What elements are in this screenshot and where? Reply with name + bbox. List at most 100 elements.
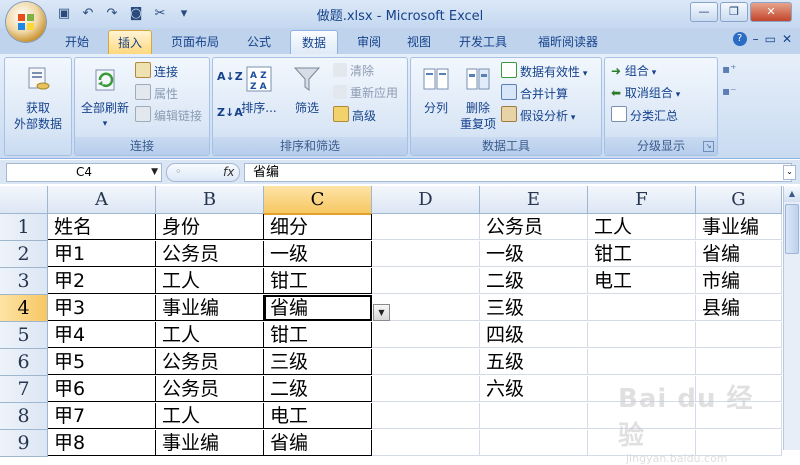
clear-button[interactable]: 清除	[333, 62, 374, 80]
cell-e1[interactable]: 公务员	[480, 214, 588, 240]
column-header-d[interactable]: D	[372, 186, 480, 214]
cell-f3[interactable]: 电工	[588, 268, 696, 294]
cell-b6[interactable]: 公务员	[156, 349, 264, 375]
cell-e6[interactable]: 五级	[480, 349, 588, 375]
tab-review[interactable]: 审阅	[350, 30, 388, 54]
cell-e8[interactable]	[480, 403, 588, 429]
cell-e9[interactable]	[480, 430, 588, 456]
restore-icon[interactable]: ❐	[720, 2, 748, 22]
cell-d1[interactable]	[372, 214, 480, 240]
show-detail-icon[interactable]: ▪⁺	[722, 62, 736, 76]
subtotal-button[interactable]: 分类汇总	[611, 106, 678, 124]
name-box-dropdown-icon[interactable]: ▼	[151, 164, 158, 181]
cell-g6[interactable]	[696, 349, 782, 375]
cell-f6[interactable]	[588, 349, 696, 375]
properties-button[interactable]: 属性	[135, 84, 178, 102]
tab-data[interactable]: 数据	[290, 30, 338, 54]
column-header-c[interactable]: C	[264, 186, 372, 215]
row-header-1[interactable]: 1	[0, 214, 48, 241]
ribbon-close-icon[interactable]: ✕	[782, 32, 792, 46]
refresh-dropdown-icon[interactable]: ▾	[77, 116, 133, 132]
ribbon-minimize-icon[interactable]: –	[753, 32, 759, 46]
insert-function-icon[interactable]: fx	[223, 164, 234, 181]
cell-d3[interactable]	[372, 268, 480, 294]
tab-page-layout[interactable]: 页面布局	[164, 30, 226, 54]
cell-e7[interactable]: 六级	[480, 376, 588, 402]
cell-g2[interactable]: 省编	[696, 241, 782, 267]
data-validation-button[interactable]: 数据有效性 ▾	[501, 62, 587, 80]
column-header-e[interactable]: E	[480, 186, 588, 214]
column-header-f[interactable]: F	[588, 186, 696, 214]
formula-input[interactable]: 省编	[244, 163, 792, 182]
scroll-up-icon[interactable]: ▲	[784, 186, 800, 202]
sort-button[interactable]: A Z Z A 排序...	[239, 64, 279, 116]
hide-detail-icon[interactable]: ▪⁻	[722, 84, 736, 98]
cell-a3[interactable]: 甲2	[48, 268, 156, 294]
cell-e3[interactable]: 二级	[480, 268, 588, 294]
cell-g3[interactable]: 市编	[696, 268, 782, 294]
refresh-all-button[interactable]: 全部刷新 ▾	[77, 64, 133, 132]
cell-a4[interactable]: 甲3	[48, 295, 156, 321]
text-to-columns-button[interactable]: 分列	[415, 64, 457, 116]
cell-a6[interactable]: 甲5	[48, 349, 156, 375]
cell-a8[interactable]: 甲7	[48, 403, 156, 429]
close-icon[interactable]: ✕	[750, 2, 792, 22]
cell-c4[interactable]: 省编	[264, 295, 372, 321]
cell-b1[interactable]: 身份	[156, 214, 264, 240]
cell-b9[interactable]: 事业编	[156, 430, 264, 456]
tab-foxit-reader[interactable]: 福昕阅读器	[530, 30, 606, 54]
row-header-8[interactable]: 8	[0, 403, 48, 430]
tab-home[interactable]: 开始	[58, 30, 96, 54]
vertical-scrollbar[interactable]: ▲	[783, 186, 800, 450]
tab-formulas[interactable]: 公式	[240, 30, 278, 54]
cell-b3[interactable]: 工人	[156, 268, 264, 294]
ungroup-button[interactable]: ⬅ 取消组合 ▾	[611, 84, 680, 102]
group-button[interactable]: ➜ 组合 ▾	[611, 62, 656, 80]
formula-bar-expand-icon[interactable]: ⌄	[783, 165, 796, 180]
get-external-data-button[interactable]: 获取 外部数据	[9, 64, 67, 132]
row-header-2[interactable]: 2	[0, 241, 48, 268]
minimize-icon[interactable]: —	[690, 2, 718, 22]
help-icon[interactable]: ?	[732, 32, 747, 46]
cell-a7[interactable]: 甲6	[48, 376, 156, 402]
cell-c8[interactable]: 电工	[264, 403, 372, 429]
cell-a1[interactable]: 姓名	[48, 214, 156, 240]
ribbon-restore-icon[interactable]: ▭	[765, 32, 776, 46]
select-all-corner[interactable]	[0, 186, 48, 214]
scroll-thumb[interactable]	[785, 204, 799, 254]
what-if-analysis-button[interactable]: 假设分析 ▾	[501, 106, 575, 124]
cell-c7[interactable]: 二级	[264, 376, 372, 402]
row-header-7[interactable]: 7	[0, 376, 48, 403]
cell-e5[interactable]: 四级	[480, 322, 588, 348]
tab-developer[interactable]: 开发工具	[452, 30, 514, 54]
row-header-6[interactable]: 6	[0, 349, 48, 376]
cell-c2[interactable]: 一级	[264, 241, 372, 267]
cell-c1[interactable]: 细分	[264, 214, 372, 240]
tab-insert[interactable]: 插入	[108, 30, 152, 56]
formula-bar-handle-icon[interactable]: ◦	[175, 165, 182, 178]
row-header-5[interactable]: 5	[0, 322, 48, 349]
office-button[interactable]	[6, 2, 46, 42]
row-header-4[interactable]: 4	[0, 295, 48, 322]
consolidate-button[interactable]: 合并计算	[501, 84, 568, 102]
row-header-9[interactable]: 9	[0, 430, 48, 457]
edit-links-button[interactable]: 编辑链接	[135, 106, 202, 124]
column-header-a[interactable]: A	[48, 186, 156, 214]
validation-dropdown-icon[interactable]: ▼	[373, 304, 390, 321]
connections-button[interactable]: 连接	[135, 62, 178, 80]
cell-f5[interactable]	[588, 322, 696, 348]
cell-c6[interactable]: 三级	[264, 349, 372, 375]
cell-c3[interactable]: 钳工	[264, 268, 372, 294]
cell-f1[interactable]: 工人	[588, 214, 696, 240]
dialog-launcher-icon[interactable]: ↘	[703, 141, 714, 152]
cell-b4[interactable]: 事业编	[156, 295, 264, 321]
cell-a9[interactable]: 甲8	[48, 430, 156, 456]
cell-g1[interactable]: 事业编	[696, 214, 782, 240]
cell-a2[interactable]: 甲1	[48, 241, 156, 267]
cell-d8[interactable]	[372, 403, 480, 429]
cell-a5[interactable]: 甲4	[48, 322, 156, 348]
cell-b8[interactable]: 工人	[156, 403, 264, 429]
cell-g5[interactable]	[696, 322, 782, 348]
cell-d7[interactable]	[372, 376, 480, 402]
row-header-3[interactable]: 3	[0, 268, 48, 295]
